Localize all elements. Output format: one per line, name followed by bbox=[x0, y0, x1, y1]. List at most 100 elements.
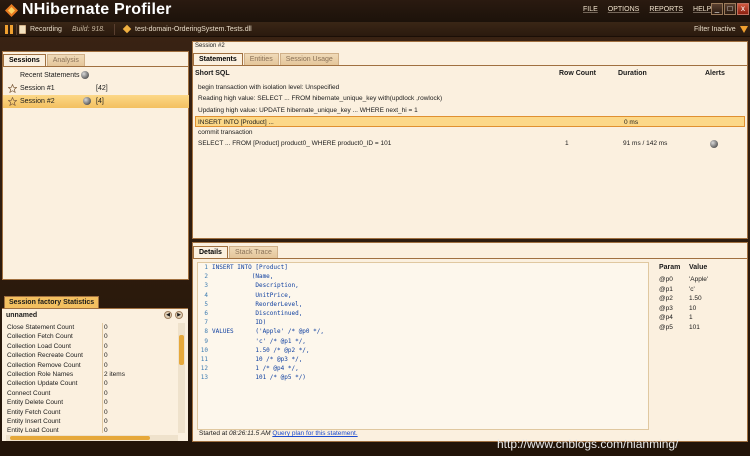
started-time: 08:26:11.5 AM bbox=[229, 430, 271, 437]
horizontal-scrollbar[interactable] bbox=[6, 435, 178, 441]
list-item-session-1[interactable]: Session #1 [42] bbox=[3, 82, 189, 95]
table-row[interactable]: Close Statement Count 0 bbox=[2, 323, 178, 333]
code-text: 1.50 /* @p2 */, bbox=[212, 346, 310, 354]
param-name: @p4 bbox=[659, 314, 673, 321]
menu-help[interactable]: HELP bbox=[693, 6, 711, 13]
session-label: Session #1 bbox=[20, 85, 55, 92]
param-name: @p1 bbox=[659, 285, 673, 293]
stat-value: 0 bbox=[102, 388, 108, 399]
scrollbar-thumb[interactable] bbox=[179, 335, 184, 365]
details-panel: Details Stack Trace 1 INSERT INTO [Produc… bbox=[192, 242, 748, 442]
param-value: 101 bbox=[689, 323, 700, 331]
table-row[interactable]: Entity Insert Count 0 bbox=[2, 416, 178, 427]
line-number: 5 bbox=[204, 300, 208, 308]
tab-session-usage[interactable]: Session Usage bbox=[279, 53, 339, 65]
code-text: 1 /* @p4 */, bbox=[212, 365, 299, 373]
table-row[interactable]: Collection Load Count 0 bbox=[2, 341, 178, 352]
maximize-button[interactable]: □ bbox=[724, 3, 736, 15]
statement-sql: commit transaction bbox=[198, 129, 253, 137]
param-value: 1 bbox=[689, 314, 693, 321]
column-header-duration[interactable]: Duration bbox=[618, 70, 647, 77]
factory-stats-list: Close Statement Count 0 Collection Fetch C… bbox=[2, 323, 178, 433]
code-line: 6 Discontinued, bbox=[198, 309, 648, 318]
tab-underline bbox=[3, 66, 189, 67]
tab-statements[interactable]: Statements bbox=[193, 53, 243, 65]
code-text: ID) bbox=[212, 319, 267, 327]
table-row[interactable]: Collection Update Count 0 bbox=[2, 379, 178, 389]
sessions-panel: Sessions Analysis Recent Statements Sess… bbox=[2, 51, 189, 280]
tab-session-factory-statistics[interactable]: Session factory Statistics bbox=[4, 296, 100, 308]
line-number: 6 bbox=[204, 309, 208, 317]
column-header-alerts[interactable]: Alerts bbox=[705, 70, 725, 77]
tab-analysis[interactable]: Analysis bbox=[46, 54, 85, 66]
table-row[interactable]: Updating high value: UPDATE hibernate_un… bbox=[195, 105, 745, 116]
table-row[interactable]: Entity Delete Count 0 bbox=[2, 398, 178, 408]
statement-sql: Reading high value: SELECT ... FROM hibe… bbox=[198, 95, 443, 103]
star-icon[interactable] bbox=[8, 97, 17, 106]
value-column-header: Value bbox=[689, 264, 708, 271]
title-bar: NHibernate Profiler FILE OPTIONS REPORTS… bbox=[0, 0, 750, 22]
stat-value: 0 bbox=[102, 341, 108, 352]
tab-sessions[interactable]: Sessions bbox=[3, 54, 46, 66]
session-label: Session #2 bbox=[20, 98, 55, 105]
main-menu: FILE OPTIONS REPORTS HELP bbox=[583, 6, 711, 13]
menu-options[interactable]: OPTIONS bbox=[608, 6, 640, 13]
tab-stack-trace[interactable]: Stack Trace bbox=[228, 246, 278, 258]
table-row[interactable]: Collection Recreate Count 0 bbox=[2, 351, 178, 361]
table-row[interactable]: Connect Count 0 bbox=[2, 388, 178, 399]
code-text: ReorderLevel, bbox=[212, 300, 303, 308]
stat-value: 0 bbox=[102, 379, 108, 389]
param-column-header: Param bbox=[659, 264, 681, 271]
code-text: 'c' /* @p1 */, bbox=[212, 337, 306, 345]
code-line: 13 101 /* @p5 */) bbox=[198, 373, 648, 382]
column-header-row-count[interactable]: Row Count bbox=[559, 70, 596, 77]
filter-inactive-label[interactable]: Filter Inactive bbox=[694, 26, 736, 33]
table-row[interactable]: Reading high value: SELECT ... FROM hibe… bbox=[195, 93, 745, 104]
filter-icon[interactable] bbox=[740, 26, 748, 33]
tab-entities[interactable]: Entities bbox=[243, 53, 279, 65]
list-item-session-2[interactable]: Session #2 [4] bbox=[3, 95, 189, 108]
stat-name: Collection Recreate Count bbox=[7, 352, 83, 360]
table-row[interactable]: commit transaction bbox=[195, 127, 745, 138]
stat-value: 0 bbox=[102, 398, 108, 408]
table-row[interactable]: begin transaction with isolation level: … bbox=[195, 82, 745, 93]
code-text: (Name, bbox=[212, 273, 274, 281]
sessions-tabstrip: Sessions Analysis bbox=[3, 52, 86, 66]
query-plan-link[interactable]: Query plan for this statement. bbox=[272, 430, 357, 437]
table-row[interactable]: SELECT ... FROM [Product] product0_ WHER… bbox=[195, 138, 745, 149]
table-row[interactable]: Collection Fetch Count 0 bbox=[2, 332, 178, 342]
alert-icon[interactable] bbox=[710, 140, 718, 149]
code-text: 10 /* @p3 */, bbox=[212, 355, 303, 363]
table-row[interactable]: Collection Remove Count 0 bbox=[2, 360, 178, 370]
list-item-recent-statements[interactable]: Recent Statements bbox=[3, 69, 189, 82]
table-row[interactable]: Collection Role Names 2 items bbox=[2, 369, 178, 380]
tab-details[interactable]: Details bbox=[193, 246, 228, 258]
menu-reports[interactable]: REPORTS bbox=[649, 6, 683, 13]
stat-name: Collection Load Count bbox=[7, 342, 71, 350]
stat-name: Collection Fetch Count bbox=[7, 333, 73, 341]
code-text: UnitPrice, bbox=[212, 291, 292, 299]
status-indicator-icon bbox=[81, 71, 89, 79]
next-factory-button[interactable]: ▶ bbox=[175, 311, 183, 319]
statement-sql: begin transaction with isolation level: … bbox=[198, 84, 340, 91]
table-row-selected[interactable]: INSERT INTO [Product] ... 0 ms bbox=[195, 115, 745, 128]
table-row[interactable]: Entity Fetch Count 0 bbox=[2, 407, 178, 417]
table-row[interactable]: Entity Load Count 0 bbox=[2, 426, 178, 433]
stat-value: 2 items bbox=[102, 369, 125, 380]
menu-file[interactable]: FILE bbox=[583, 6, 598, 13]
line-number: 4 bbox=[204, 291, 208, 299]
scrollbar-thumb[interactable] bbox=[10, 436, 150, 440]
sql-code-view[interactable]: 1 INSERT INTO [Product] 2 (Name, 3 Descript… bbox=[197, 262, 649, 430]
session-count: [42] bbox=[96, 85, 108, 92]
assembly-label: test-domain-OrderingSystem.Tests.dll bbox=[135, 26, 252, 33]
previous-factory-button[interactable]: ◀ bbox=[164, 311, 172, 319]
pause-icon[interactable] bbox=[5, 25, 13, 34]
column-header-short-sql[interactable]: Short SQL bbox=[195, 70, 230, 77]
close-button[interactable]: x bbox=[737, 3, 749, 15]
statement-status-line: Started at 08:26:11.5 AM Query plan for … bbox=[199, 430, 358, 437]
star-icon[interactable] bbox=[8, 84, 17, 93]
line-number: 2 bbox=[204, 273, 208, 281]
watermark: http://www.cnblogs.com/nianming/ bbox=[497, 437, 679, 451]
vertical-scrollbar[interactable] bbox=[178, 323, 185, 433]
minimize-button[interactable]: _ bbox=[711, 3, 723, 15]
